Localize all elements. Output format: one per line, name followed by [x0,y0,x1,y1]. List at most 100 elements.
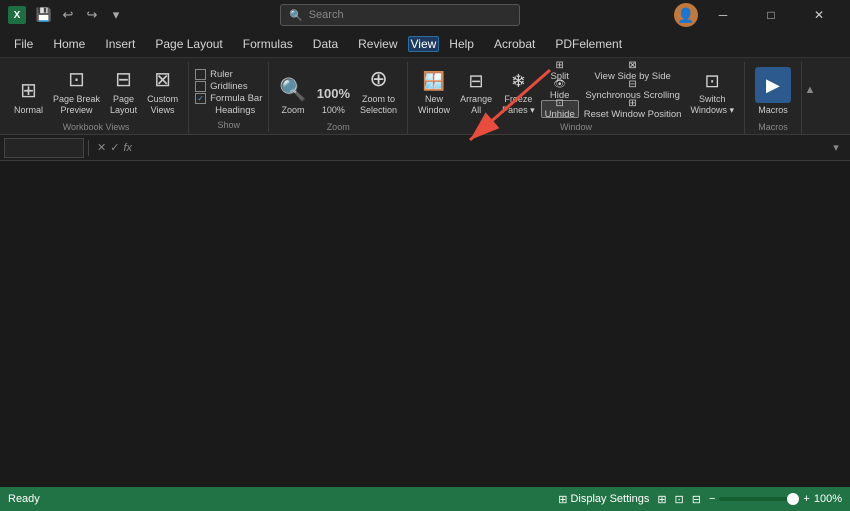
ribbon: ⊞ Normal ⊡ Page BreakPreview ⊟ PageLayou… [0,58,850,135]
ruler-label: Ruler [210,69,233,80]
ribbon-btn-custom-views[interactable]: ⊠ CustomViews [143,62,182,118]
menu-insert[interactable]: Insert [95,33,145,55]
spreadsheet-area [0,161,850,498]
menu-acrobat[interactable]: Acrobat [484,33,545,55]
ribbon-btn-zoom-100[interactable]: 100% 100% [313,62,354,118]
search-placeholder: Search [309,9,344,21]
ribbon-btn-normal[interactable]: ⊞ Normal [10,62,47,118]
ribbon-btn-hide[interactable]: 👁 Hide [541,81,579,99]
ribbon-btn-zoom-selection[interactable]: ⊕ Zoom toSelection [356,62,401,118]
macros-label: Macros [758,122,788,132]
status-bar: Ready ⊞ Display Settings ⊞ ⊡ ⊟ − + 100% [0,487,850,511]
page-layout-icon: ⊟ [115,67,132,92]
normal-icon: ⊞ [20,78,37,103]
zoom-slider[interactable] [719,497,799,501]
gridlines-checkbox[interactable] [195,81,206,92]
formula-input[interactable] [136,138,826,158]
show-label: Show [217,120,240,130]
view-side-icon: ⊠ [628,60,636,71]
ribbon-btn-unhide[interactable]: ⊡ Unhide [541,100,579,118]
display-settings-icon: ⊞ [558,493,567,506]
menu-formulas[interactable]: Formulas [233,33,303,55]
more-tools[interactable]: ▾ [106,5,126,25]
ribbon-group-window: 🪟 NewWindow ⊟ ArrangeAll ❄ FreezePanes ▾… [408,62,745,134]
headings-row: Headings [215,105,262,116]
menu-page-layout[interactable]: Page Layout [145,33,232,55]
ribbon-btn-switch-windows[interactable]: ⊡ SwitchWindows ▾ [686,62,738,118]
excel-icon: X [8,6,26,24]
window-right-group: ⊠ View Side by Side ⊟ Synchronous Scroll… [581,62,685,118]
reset-window-icon: ⊞ [628,98,636,109]
reset-window-label: Reset Window Position [584,109,682,120]
split-icon: ⊞ [556,60,564,71]
maximize-button[interactable]: □ [748,0,794,30]
unhide-label: Unhide [545,109,575,120]
minimize-button[interactable]: ─ [700,0,746,30]
save-tool[interactable]: 💾 [34,5,54,25]
ribbon-btn-arrange-all[interactable]: ⊟ ArrangeAll [456,62,496,118]
headings-label: Headings [215,105,255,116]
formulabar-checkbox[interactable]: ✓ [195,93,206,104]
menu-help[interactable]: Help [439,33,484,55]
menu-bar: File Home Insert Page Layout Formulas Da… [0,30,850,58]
ribbon-collapse-button[interactable]: ▲ [802,62,818,118]
ribbon-btn-zoom[interactable]: 🔍 Zoom [275,62,310,118]
user-avatar[interactable]: 👤 [674,3,698,27]
undo-tool[interactable]: ↩ [58,5,78,25]
view-normal-icon[interactable]: ⊞ [657,493,666,506]
title-bar-left: X 💾 ↩ ↪ ▾ [8,5,126,25]
function-icon[interactable]: fx [123,142,132,154]
formula-controls: ✕ ✓ fx [93,141,136,154]
ribbon-btn-page-break[interactable]: ⊡ Page BreakPreview [49,62,104,118]
zoom-icon: 🔍 [279,77,306,103]
view-page-break-icon[interactable]: ⊡ [675,493,684,506]
title-search: 🔍 Search [132,4,668,26]
zoom-controls: − + 100% [709,493,842,505]
zoom-label: Zoom [327,122,350,132]
ready-status: Ready [8,493,40,505]
ribbon-btn-view-side[interactable]: ⊠ View Side by Side [581,62,685,80]
gridlines-label: Gridlines [210,81,248,92]
name-box[interactable] [4,138,84,158]
menu-file[interactable]: File [4,33,43,55]
ribbon-btn-macros[interactable]: ▶ Macros [751,62,795,118]
arrange-all-icon: ⊟ [469,71,484,92]
ribbon-btn-split[interactable]: ⊞ Split [541,62,579,80]
unhide-window-icon: ⊡ [556,98,564,109]
ruler-checkbox[interactable] [195,69,206,80]
search-icon: 🔍 [289,9,303,22]
display-settings[interactable]: ⊞ Display Settings [558,493,649,506]
new-window-icon: 🪟 [423,71,445,92]
menu-pdelement[interactable]: PDFelement [545,33,632,55]
ribbon-btn-sync-scroll[interactable]: ⊟ Synchronous Scrolling [581,81,685,99]
ribbon-group-show: Ruler Gridlines ✓ Formula Bar Headings S… [189,62,269,132]
freeze-panes-icon: ❄ [511,71,526,92]
ribbon-btn-reset-window[interactable]: ⊞ Reset Window Position [581,100,685,118]
macros-icon: ▶ [755,67,791,103]
ribbon-btn-freeze-panes[interactable]: ❄ FreezePanes ▾ [498,62,539,118]
zoom-in-button[interactable]: + [803,493,809,505]
menu-view[interactable]: View [408,36,440,52]
window-label: Window [560,122,592,132]
redo-tool[interactable]: ↪ [82,5,102,25]
title-bar-right: 👤 ─ □ ✕ [674,0,842,30]
search-box[interactable]: 🔍 Search [280,4,520,26]
formula-cancel[interactable]: ✕ [97,141,106,154]
formula-confirm[interactable]: ✓ [110,141,119,154]
formula-bar: ✕ ✓ fx ▾ [0,135,850,161]
menu-data[interactable]: Data [303,33,348,55]
menu-home[interactable]: Home [43,33,95,55]
zoom-out-button[interactable]: − [709,493,715,505]
zoom-100-icon: 100% [317,86,350,101]
menu-review[interactable]: Review [348,33,407,55]
ribbon-group-workbook-views: ⊞ Normal ⊡ Page BreakPreview ⊟ PageLayou… [4,62,189,134]
view-page-layout-icon[interactable]: ⊟ [692,493,701,506]
ribbon-btn-new-window[interactable]: 🪟 NewWindow [414,62,454,118]
ribbon-btn-page-layout[interactable]: ⊟ PageLayout [106,62,141,118]
zoom-percent: 100% [814,493,842,505]
close-button[interactable]: ✕ [796,0,842,30]
zoom-selection-icon: ⊕ [369,66,387,92]
display-settings-label: Display Settings [570,493,649,505]
workbook-views-label: Workbook Views [63,122,130,132]
formula-expand-button[interactable]: ▾ [826,138,846,158]
